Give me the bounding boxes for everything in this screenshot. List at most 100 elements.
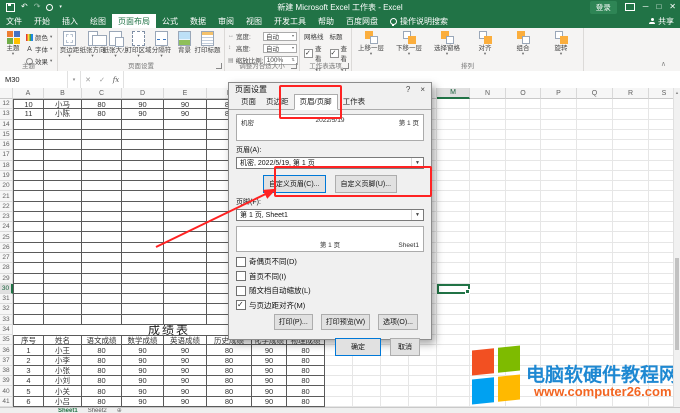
row-header-28[interactable]: 28: [0, 263, 13, 273]
cell[interactable]: [613, 161, 649, 171]
cell[interactable]: [506, 171, 541, 181]
cell[interactable]: [122, 171, 164, 181]
cell[interactable]: [381, 397, 409, 407]
cell[interactable]: 80: [287, 397, 325, 407]
cell[interactable]: [44, 181, 82, 191]
cell[interactable]: [470, 325, 506, 335]
cell[interactable]: [409, 397, 437, 407]
new-sheet-icon[interactable]: ⊕: [117, 408, 122, 413]
cell[interactable]: [353, 386, 381, 396]
cell[interactable]: [122, 274, 164, 284]
align-button[interactable]: 对齐▾: [466, 30, 504, 56]
scale-dialog-launcher-icon[interactable]: [291, 63, 297, 69]
row-header-18[interactable]: 18: [0, 161, 13, 171]
cell[interactable]: [409, 366, 437, 376]
background-button[interactable]: 背景: [173, 30, 196, 58]
cell[interactable]: 小马: [44, 99, 82, 109]
tab-developer[interactable]: 开发工具: [268, 14, 312, 28]
cell[interactable]: [82, 130, 122, 140]
cell[interactable]: [437, 222, 470, 232]
bring-forward-button[interactable]: 上移一层▾: [352, 30, 390, 56]
cell[interactable]: [44, 304, 82, 314]
customize-qat-icon[interactable]: ▾: [59, 3, 62, 11]
undo-icon[interactable]: ↶: [21, 3, 28, 11]
cell[interactable]: 11: [13, 109, 44, 119]
cell[interactable]: [437, 191, 470, 201]
cell[interactable]: [353, 356, 381, 366]
minimize-button[interactable]: ─: [643, 3, 649, 11]
cell[interactable]: [122, 232, 164, 242]
cell[interactable]: [122, 202, 164, 212]
cell[interactable]: [437, 325, 470, 335]
cell[interactable]: 90: [164, 397, 207, 407]
different-odd-even-checkbox[interactable]: 奇偶页不同(D): [236, 256, 424, 267]
cell[interactable]: [470, 161, 506, 171]
cell[interactable]: [122, 181, 164, 191]
cell[interactable]: [325, 356, 353, 366]
cell[interactable]: [437, 335, 470, 345]
cell[interactable]: [122, 294, 164, 304]
align-with-margins-checkbox[interactable]: 与页边距对齐(M): [236, 300, 424, 311]
paper-size-button[interactable]: 纸张大小▾: [104, 30, 127, 58]
tab-review[interactable]: 审阅: [212, 14, 240, 28]
cell[interactable]: [13, 263, 44, 273]
cell[interactable]: [541, 181, 577, 191]
cell[interactable]: [506, 243, 541, 253]
cell[interactable]: [470, 181, 506, 191]
cancel-entry-icon[interactable]: ✕: [81, 71, 95, 88]
cell[interactable]: [437, 376, 470, 386]
cell[interactable]: [44, 161, 82, 171]
cell[interactable]: [437, 274, 470, 284]
cell[interactable]: [122, 140, 164, 150]
tab-data[interactable]: 数据: [184, 14, 212, 28]
cell[interactable]: [325, 376, 353, 386]
tab-file[interactable]: 文件: [0, 14, 28, 28]
row-header-17[interactable]: 17: [0, 150, 13, 160]
header-select[interactable]: 机密, 2022/5/19, 第 1 页 ▼: [236, 157, 424, 169]
tab-page-layout[interactable]: 页面布局: [112, 14, 156, 28]
custom-footer-button[interactable]: 自定义页脚(U)...: [335, 175, 398, 193]
cell[interactable]: [470, 294, 506, 304]
row-header-25[interactable]: 25: [0, 232, 13, 242]
cell[interactable]: [613, 253, 649, 263]
cell[interactable]: [541, 109, 577, 119]
cell[interactable]: 小刘: [44, 376, 82, 386]
cell[interactable]: [44, 284, 82, 294]
row-header-33[interactable]: 33: [0, 315, 13, 325]
cell[interactable]: 80: [82, 356, 122, 366]
column-header-A[interactable]: A: [13, 88, 44, 99]
print-titles-button[interactable]: 打印标题: [196, 30, 219, 58]
cell[interactable]: [541, 120, 577, 130]
cell[interactable]: [437, 315, 470, 325]
tab-draw[interactable]: 绘图: [84, 14, 112, 28]
cell[interactable]: [613, 202, 649, 212]
cell[interactable]: 90: [122, 345, 164, 355]
cell[interactable]: [470, 315, 506, 325]
row-header-36[interactable]: 36: [0, 345, 13, 355]
cell[interactable]: [164, 120, 207, 130]
cell[interactable]: [82, 284, 122, 294]
cell[interactable]: [44, 130, 82, 140]
cell[interactable]: [437, 130, 470, 140]
cell[interactable]: [164, 284, 207, 294]
cell[interactable]: 80: [207, 366, 252, 376]
cell[interactable]: [470, 222, 506, 232]
cell[interactable]: 80: [287, 376, 325, 386]
cell[interactable]: [613, 325, 649, 335]
cell[interactable]: [506, 212, 541, 222]
cell[interactable]: [470, 243, 506, 253]
column-header-P[interactable]: P: [541, 88, 577, 99]
cell[interactable]: [82, 232, 122, 242]
cell[interactable]: [82, 294, 122, 304]
cell[interactable]: [82, 120, 122, 130]
cell[interactable]: [13, 202, 44, 212]
dialog-tab-page[interactable]: 页面: [236, 95, 261, 109]
cell[interactable]: [437, 294, 470, 304]
row-header-35[interactable]: 35: [0, 335, 13, 345]
cell[interactable]: [506, 253, 541, 263]
cell[interactable]: [82, 161, 122, 171]
name-box[interactable]: M30: [0, 71, 68, 88]
collapse-ribbon-icon[interactable]: ∧: [661, 60, 666, 68]
cell[interactable]: 90: [164, 99, 207, 109]
cell[interactable]: [506, 263, 541, 273]
